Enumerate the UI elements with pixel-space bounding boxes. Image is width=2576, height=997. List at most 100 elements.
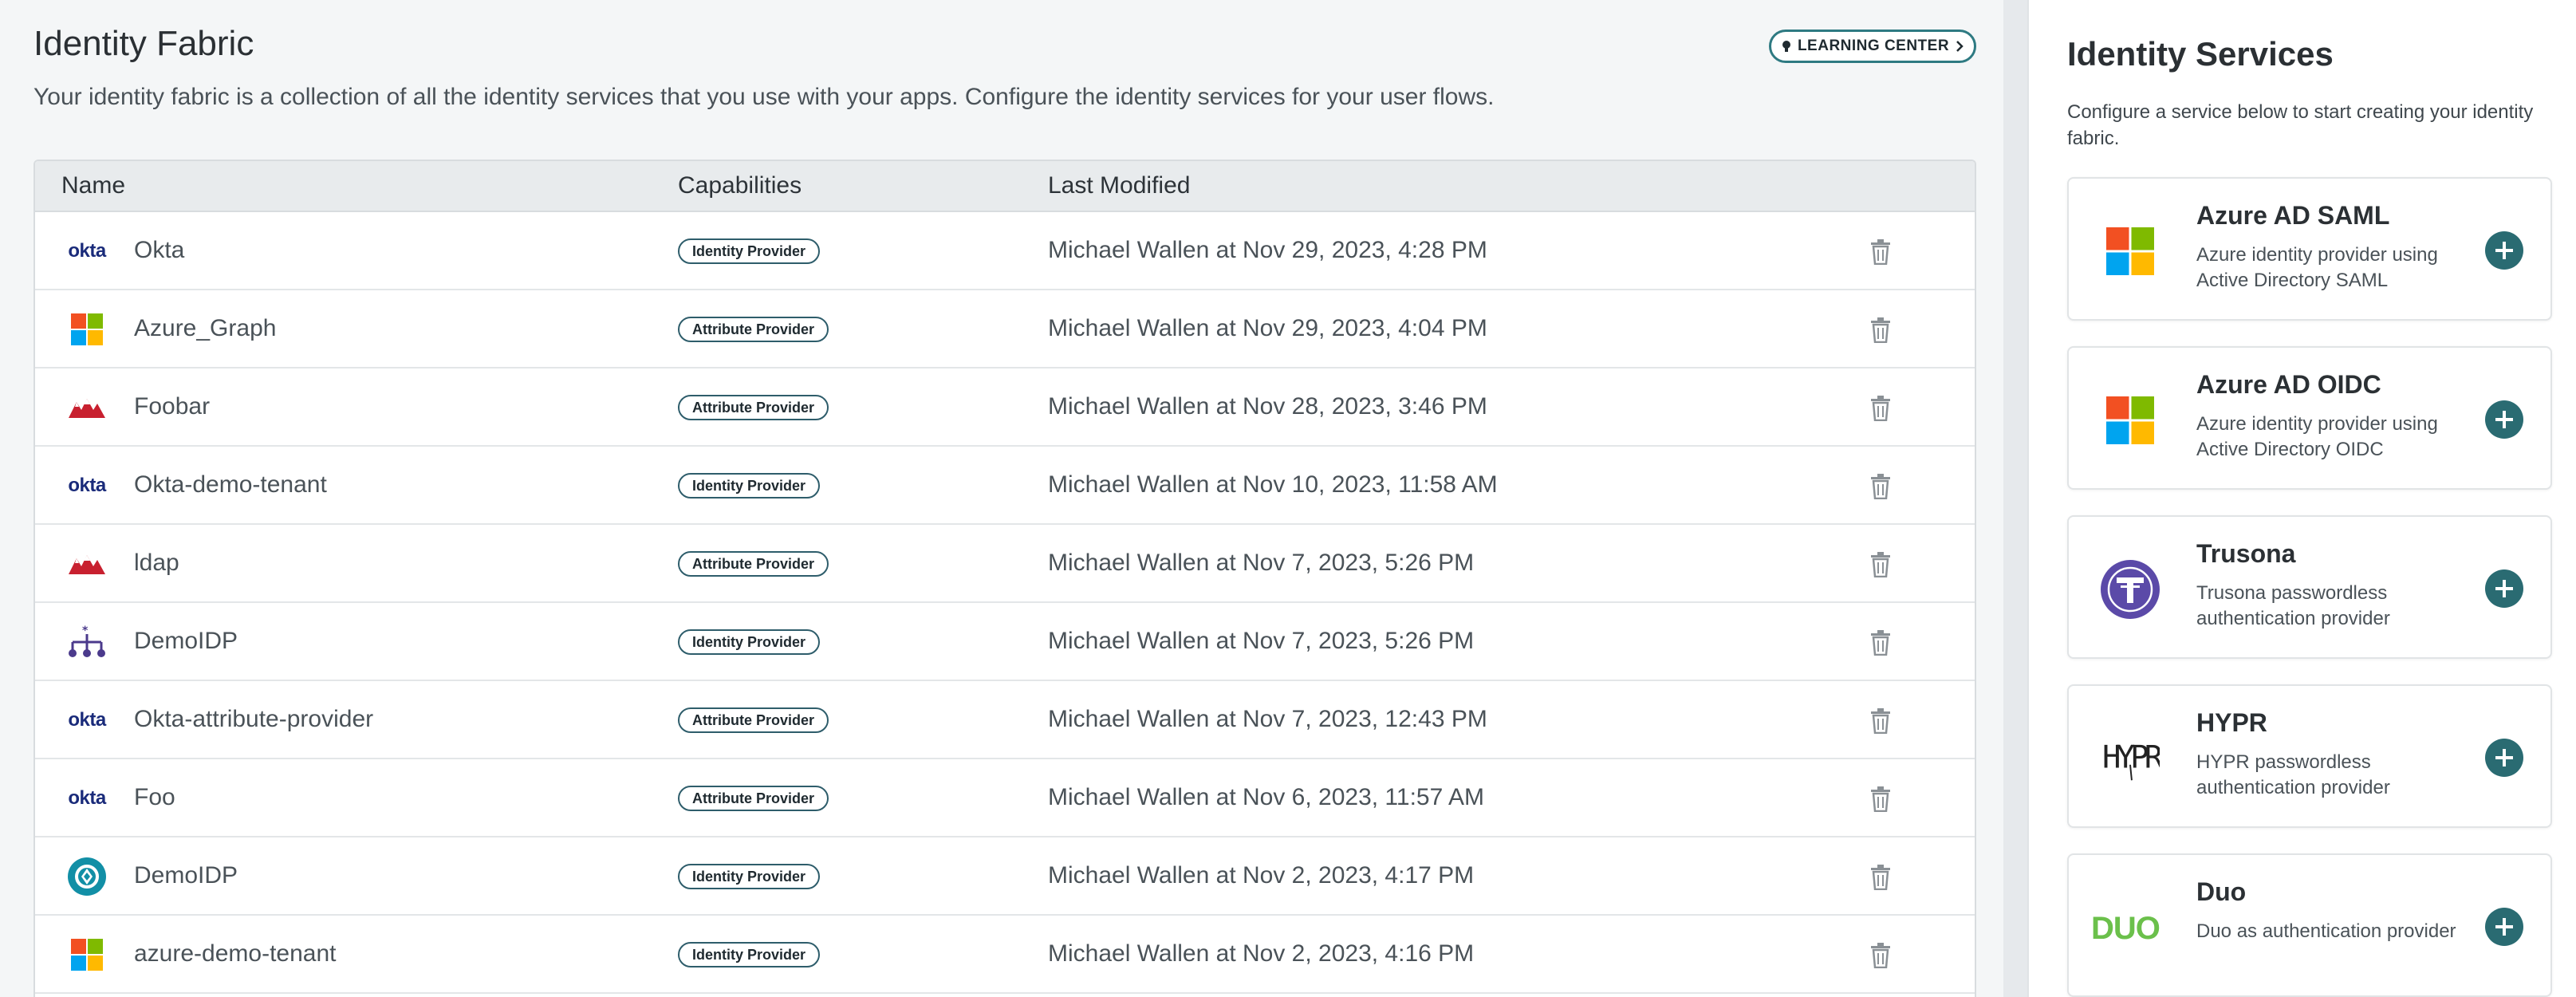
last-modified: Michael Wallen at Nov 7, 2023, 5:26 PM bbox=[1048, 628, 1475, 654]
table-row[interactable]: okta Okta Identity Provider Michael Wall… bbox=[35, 212, 1975, 290]
okta-logo: okta bbox=[68, 475, 106, 496]
svg-text:DUO: DUO bbox=[2091, 912, 2160, 944]
service-name[interactable]: Foobar bbox=[134, 393, 210, 420]
chevron-right-icon bbox=[1956, 41, 1964, 52]
service-card-azure-ad-saml[interactable]: Azure AD SAML Azure identity provider us… bbox=[2067, 177, 2552, 321]
learning-center-button[interactable]: LEARNING CENTER bbox=[1769, 30, 1976, 63]
column-header-last-modified[interactable]: Last Modified bbox=[1048, 172, 1190, 199]
last-modified: Michael Wallen at Nov 29, 2023, 4:04 PM bbox=[1048, 315, 1487, 341]
delete-icon[interactable] bbox=[1865, 392, 1897, 424]
capability-badge: Attribute Provider bbox=[678, 707, 829, 733]
table-row[interactable]: ldap Attribute Provider Michael Wallen a… bbox=[35, 525, 1975, 603]
table-row[interactable]: Foobar Attribute Provider Michael Wallen… bbox=[35, 368, 1975, 447]
okta-logo: okta bbox=[68, 709, 106, 731]
table-row[interactable]: azure-demo-tenant Identity Provider Mich… bbox=[35, 916, 1975, 994]
delete-icon[interactable] bbox=[1865, 314, 1897, 346]
services-panel-description: Configure a service below to start creat… bbox=[2067, 101, 2534, 149]
service-card-trusona[interactable]: Trusona Trusona passwordless authenticat… bbox=[2067, 515, 2552, 659]
delete-icon[interactable] bbox=[1865, 861, 1897, 893]
identity-services-table: Name Capabilities Last Modified okta Okt… bbox=[33, 160, 1976, 997]
add-service-button[interactable] bbox=[2485, 231, 2523, 270]
delete-icon[interactable] bbox=[1865, 783, 1897, 815]
delete-icon[interactable] bbox=[1865, 705, 1897, 737]
page-title: Identity Fabric bbox=[33, 24, 254, 63]
delete-icon[interactable] bbox=[1865, 236, 1897, 268]
delete-icon[interactable] bbox=[1865, 549, 1897, 581]
hypr-logo: HYPR bbox=[2101, 729, 2160, 788]
add-service-button[interactable] bbox=[2485, 569, 2523, 608]
identity-fabric-panel: Identity Fabric Your identity fabric is … bbox=[0, 0, 2003, 997]
learning-center-label: LEARNING CENTER bbox=[1797, 37, 1950, 54]
delete-icon[interactable] bbox=[1865, 627, 1897, 659]
table-row[interactable]: DemoIDP Identity Provider Michael Wallen… bbox=[35, 837, 1975, 916]
service-description: HYPR passwordless authentication provide… bbox=[2196, 751, 2390, 798]
network-logo: * bbox=[67, 622, 107, 662]
plus-icon bbox=[2495, 918, 2513, 936]
plus-icon bbox=[2495, 749, 2513, 766]
capability-badge: Attribute Provider bbox=[678, 317, 829, 342]
service-name[interactable]: Okta-demo-tenant bbox=[134, 471, 327, 498]
capability-badge: Attribute Provider bbox=[678, 551, 829, 577]
microsoft-logo bbox=[67, 309, 107, 349]
service-card-duo[interactable]: DUO Duo Duo as authentication provider bbox=[2067, 853, 2552, 997]
service-name[interactable]: DemoIDP bbox=[134, 862, 238, 889]
service-name: Azure AD SAML bbox=[2196, 201, 2390, 230]
table-row[interactable]: okta Okta-attribute-provider Attribute P… bbox=[35, 681, 1975, 759]
plus-icon bbox=[2495, 242, 2513, 259]
service-description: Azure identity provider using Active Dir… bbox=[2196, 413, 2438, 460]
microsoft-logo bbox=[67, 935, 107, 975]
plus-icon bbox=[2495, 580, 2513, 597]
service-description: Azure identity provider using Active Dir… bbox=[2196, 244, 2438, 291]
capability-badge: Identity Provider bbox=[678, 864, 821, 889]
service-card-hypr[interactable]: HYPR HYPR HYPR passwordless authenticati… bbox=[2067, 684, 2552, 828]
capability-badge: Attribute Provider bbox=[678, 786, 829, 811]
plus-icon bbox=[2495, 411, 2513, 428]
add-service-button[interactable] bbox=[2485, 400, 2523, 439]
capability-badge: Identity Provider bbox=[678, 473, 821, 498]
capability-badge: Attribute Provider bbox=[678, 395, 829, 420]
service-name[interactable]: Azure_Graph bbox=[134, 315, 276, 342]
page-description: Your identity fabric is a collection of … bbox=[33, 84, 1495, 110]
last-modified: Michael Wallen at Nov 28, 2023, 3:46 PM bbox=[1048, 393, 1487, 420]
column-header-name[interactable]: Name bbox=[61, 172, 125, 199]
duo-logo: DUO bbox=[2091, 898, 2171, 957]
page-header: Identity Fabric Your identity fabric is … bbox=[0, 0, 2003, 134]
column-header-capabilities[interactable]: Capabilities bbox=[678, 172, 802, 199]
mountain-logo bbox=[67, 388, 107, 428]
last-modified: Michael Wallen at Nov 10, 2023, 11:58 AM bbox=[1048, 471, 1498, 498]
teal-circle-logo bbox=[67, 857, 107, 897]
service-name[interactable]: ldap bbox=[134, 550, 179, 577]
delete-icon[interactable] bbox=[1865, 471, 1897, 502]
table-row[interactable]: okta Okta-demo-tenant Identity Provider … bbox=[35, 447, 1975, 525]
last-modified: Michael Wallen at Nov 2, 2023, 4:17 PM bbox=[1048, 862, 1475, 889]
service-name[interactable]: Okta bbox=[134, 237, 184, 264]
last-modified: Michael Wallen at Nov 2, 2023, 4:16 PM bbox=[1048, 940, 1475, 967]
okta-logo: okta bbox=[68, 787, 106, 809]
service-description: Trusona passwordless authentication prov… bbox=[2196, 582, 2390, 629]
microsoft-logo bbox=[2101, 391, 2160, 450]
table-header: Name Capabilities Last Modified bbox=[35, 161, 1975, 212]
service-card-azure-ad-oidc[interactable]: Azure AD OIDC Azure identity provider us… bbox=[2067, 346, 2552, 490]
delete-icon[interactable] bbox=[1865, 940, 1897, 971]
service-name: Duo bbox=[2196, 877, 2247, 906]
service-name[interactable]: DemoIDP bbox=[134, 628, 238, 655]
service-name[interactable]: azure-demo-tenant bbox=[134, 940, 336, 967]
trusona-logo bbox=[2101, 560, 2160, 619]
capability-badge: Identity Provider bbox=[678, 238, 821, 264]
table-row[interactable]: okta Foo Attribute Provider Michael Wall… bbox=[35, 759, 1975, 837]
service-name: HYPR bbox=[2196, 708, 2267, 737]
add-service-button[interactable] bbox=[2485, 908, 2523, 946]
table-row[interactable]: Azure_Graph Attribute Provider Michael W… bbox=[35, 290, 1975, 368]
last-modified: Michael Wallen at Nov 7, 2023, 12:43 PM bbox=[1048, 706, 1487, 732]
last-modified: Michael Wallen at Nov 7, 2023, 5:26 PM bbox=[1048, 550, 1475, 576]
service-name[interactable]: Okta-attribute-provider bbox=[134, 706, 373, 733]
capability-badge: Identity Provider bbox=[678, 629, 821, 655]
table-row[interactable]: * DemoIDP Identity Provider Michael Wall… bbox=[35, 603, 1975, 681]
service-description: Duo as authentication provider bbox=[2196, 920, 2456, 942]
lightbulb-icon bbox=[1782, 41, 1790, 52]
service-name: Azure AD OIDC bbox=[2196, 370, 2381, 399]
add-service-button[interactable] bbox=[2485, 739, 2523, 777]
last-modified: Michael Wallen at Nov 29, 2023, 4:28 PM bbox=[1048, 237, 1487, 263]
service-name[interactable]: Foo bbox=[134, 784, 175, 811]
mountain-logo bbox=[67, 544, 107, 584]
